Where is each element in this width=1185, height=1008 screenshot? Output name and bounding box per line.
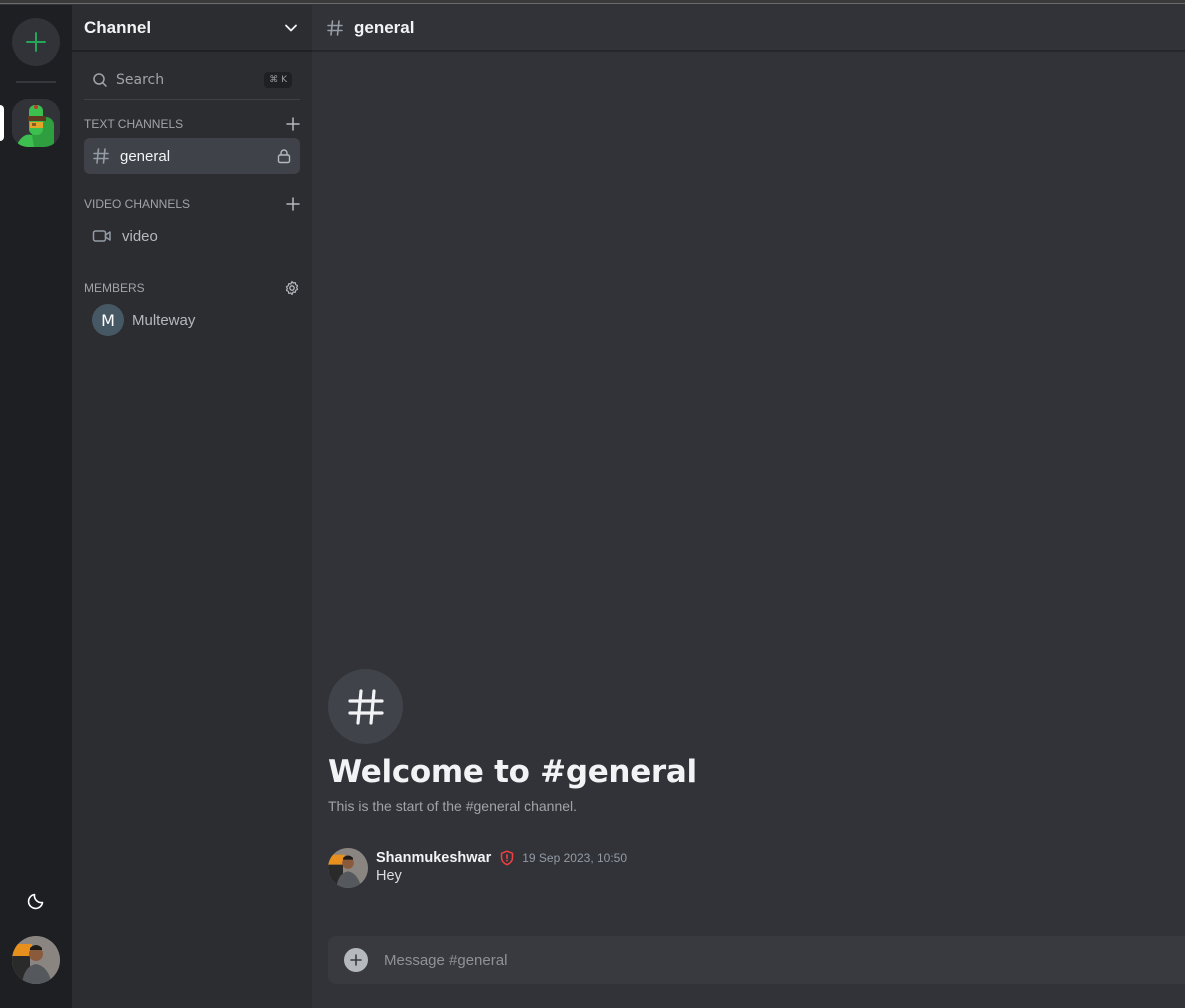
- section-members: MEMBERS: [84, 280, 300, 296]
- message-item: Shanmukeshwar 19 Sep 2023, 10:50 Hey: [328, 848, 627, 888]
- shield-alert-icon: [501, 850, 514, 866]
- channel-item-general[interactable]: general: [84, 138, 300, 174]
- gear-icon[interactable]: [284, 280, 300, 296]
- server-icon-button[interactable]: [12, 99, 60, 147]
- welcome-subtitle: This is the start of the #general channe…: [328, 798, 578, 814]
- message-input[interactable]: [384, 951, 1182, 969]
- attach-button[interactable]: [344, 948, 368, 972]
- member-avatar: M: [92, 304, 124, 336]
- welcome-title: Welcome to #general: [328, 754, 697, 790]
- section-video-channels: VIDEO CHANNELS: [84, 196, 300, 212]
- channel-name: video: [122, 227, 158, 245]
- chevron-down-icon: [285, 24, 297, 31]
- message-timestamp: 19 Sep 2023, 10:50: [522, 851, 628, 865]
- user-avatar-button[interactable]: [12, 936, 60, 984]
- section-title: TEXT CHANNELS: [84, 117, 184, 131]
- lock-icon: [277, 149, 291, 164]
- member-item-multeway[interactable]: M Multeway: [92, 304, 300, 336]
- channel-title: general: [354, 17, 415, 37]
- active-server-indicator: [0, 105, 4, 141]
- section-title: MEMBERS: [84, 281, 145, 295]
- channel-hash-badge: [328, 669, 403, 744]
- search-label: Search: [116, 71, 165, 88]
- section-title: VIDEO CHANNELS: [84, 197, 191, 211]
- server-avatar-icon: [12, 99, 60, 147]
- hash-icon: [347, 688, 384, 725]
- search-button[interactable]: Search ⌘ K: [84, 60, 300, 100]
- moon-icon: [27, 893, 44, 910]
- message-text: Hey: [376, 868, 402, 884]
- message-author-avatar[interactable]: [328, 848, 368, 888]
- member-name: Multeway: [132, 311, 196, 329]
- hash-icon: [327, 19, 343, 36]
- message-author[interactable]: Shanmukeshwar: [376, 850, 491, 866]
- plus-icon: [350, 954, 362, 966]
- search-shortcut-badge: ⌘ K: [264, 71, 292, 88]
- rail-separator: [16, 81, 56, 83]
- message-composer: [328, 936, 1185, 984]
- plus-icon[interactable]: [286, 197, 300, 211]
- video-camera-icon: [92, 230, 111, 242]
- user-avatar-icon: [328, 848, 368, 888]
- plus-icon[interactable]: [286, 117, 300, 131]
- channel-welcome: Welcome to #general This is the start of…: [328, 669, 697, 814]
- chat-area: general Welcome to #general This is the …: [312, 5, 1185, 1008]
- channel-name: general: [120, 147, 171, 165]
- server-rail: [0, 5, 72, 1008]
- window-top-strip: [0, 0, 1185, 4]
- section-text-channels: TEXT CHANNELS: [84, 116, 300, 132]
- theme-toggle-button[interactable]: [24, 889, 48, 913]
- user-avatar-icon: [12, 936, 60, 984]
- search-icon: [93, 72, 107, 87]
- channel-header: general: [312, 5, 1185, 52]
- channel-sidebar: Channel Search ⌘ K TEXT CHANNELS general…: [72, 5, 312, 1008]
- server-name: Channel: [84, 17, 152, 37]
- channel-item-video[interactable]: video: [84, 218, 300, 254]
- add-server-button[interactable]: [12, 18, 60, 66]
- server-header-button[interactable]: Channel: [72, 5, 312, 52]
- hash-icon: [93, 148, 109, 164]
- plus-icon: [26, 32, 46, 52]
